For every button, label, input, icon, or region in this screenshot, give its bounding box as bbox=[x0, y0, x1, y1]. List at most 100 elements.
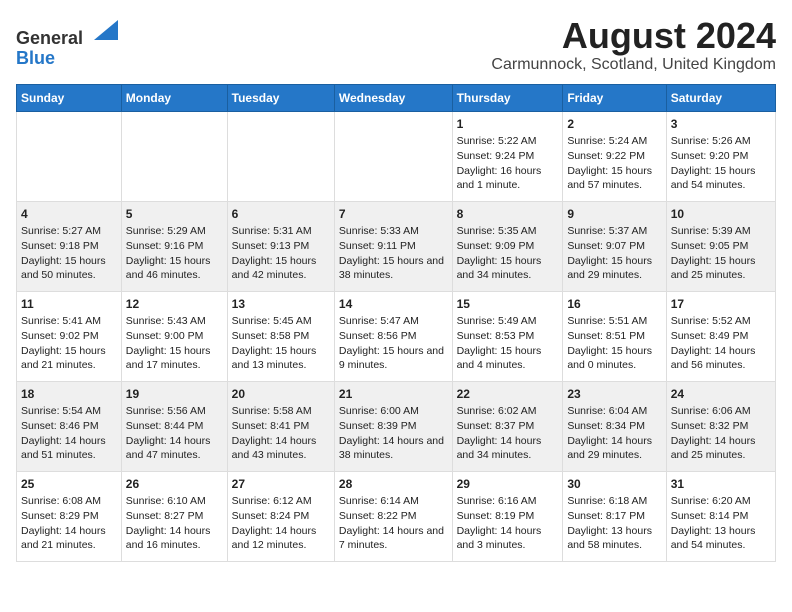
header-row: SundayMondayTuesdayWednesdayThursdayFrid… bbox=[17, 84, 776, 111]
calendar-cell-30: 30Sunrise: 6:18 AMSunset: 8:17 PMDayligh… bbox=[563, 471, 666, 561]
day-info-line: Daylight: 14 hours and 29 minutes. bbox=[567, 434, 661, 463]
calendar-cell-19: 19Sunrise: 5:56 AMSunset: 8:44 PMDayligh… bbox=[121, 381, 227, 471]
calendar-cell-3: 3Sunrise: 5:26 AMSunset: 9:20 PMDaylight… bbox=[666, 111, 775, 201]
day-info-line: Sunrise: 6:06 AM bbox=[671, 404, 771, 419]
day-info-line: Sunset: 9:07 PM bbox=[567, 239, 661, 254]
day-info-line: Daylight: 14 hours and 56 minutes. bbox=[671, 344, 771, 373]
day-info-line: Sunrise: 5:54 AM bbox=[21, 404, 117, 419]
week-row-2: 4Sunrise: 5:27 AMSunset: 9:18 PMDaylight… bbox=[17, 201, 776, 291]
day-info-line: Sunset: 8:56 PM bbox=[339, 329, 448, 344]
calendar-cell-empty-1 bbox=[121, 111, 227, 201]
day-info-line: Sunrise: 6:12 AM bbox=[232, 494, 330, 509]
day-info-line: Daylight: 15 hours and 21 minutes. bbox=[21, 344, 117, 373]
calendar-table: SundayMondayTuesdayWednesdayThursdayFrid… bbox=[16, 84, 776, 562]
day-info-line: Sunrise: 5:22 AM bbox=[457, 134, 559, 149]
day-info-line: Sunset: 9:22 PM bbox=[567, 149, 661, 164]
day-info-line: Sunset: 9:11 PM bbox=[339, 239, 448, 254]
day-number: 2 bbox=[567, 116, 661, 133]
day-number: 24 bbox=[671, 386, 771, 403]
day-number: 3 bbox=[671, 116, 771, 133]
day-info-line: Sunset: 8:17 PM bbox=[567, 509, 661, 524]
day-info-line: Sunrise: 5:24 AM bbox=[567, 134, 661, 149]
day-info-line: Sunrise: 6:08 AM bbox=[21, 494, 117, 509]
calendar-cell-28: 28Sunrise: 6:14 AMSunset: 8:22 PMDayligh… bbox=[334, 471, 452, 561]
day-number: 9 bbox=[567, 206, 661, 223]
day-info-line: Sunset: 8:39 PM bbox=[339, 419, 448, 434]
day-number: 26 bbox=[126, 476, 223, 493]
day-info-line: Sunrise: 5:37 AM bbox=[567, 224, 661, 239]
day-info-line: Sunset: 9:05 PM bbox=[671, 239, 771, 254]
calendar-cell-15: 15Sunrise: 5:49 AMSunset: 8:53 PMDayligh… bbox=[452, 291, 563, 381]
day-info-line: Sunrise: 5:26 AM bbox=[671, 134, 771, 149]
header-day-friday: Friday bbox=[563, 84, 666, 111]
day-info-line: Daylight: 15 hours and 34 minutes. bbox=[457, 254, 559, 283]
day-info-line: Sunset: 8:14 PM bbox=[671, 509, 771, 524]
day-info-line: Daylight: 14 hours and 34 minutes. bbox=[457, 434, 559, 463]
calendar-cell-18: 18Sunrise: 5:54 AMSunset: 8:46 PMDayligh… bbox=[17, 381, 122, 471]
calendar-cell-10: 10Sunrise: 5:39 AMSunset: 9:05 PMDayligh… bbox=[666, 201, 775, 291]
day-info-line: Sunrise: 5:49 AM bbox=[457, 314, 559, 329]
logo-blue: Blue bbox=[16, 48, 55, 68]
day-info-line: Daylight: 15 hours and 9 minutes. bbox=[339, 344, 448, 373]
day-info-line: Sunset: 9:18 PM bbox=[21, 239, 117, 254]
day-info-line: Daylight: 15 hours and 42 minutes. bbox=[232, 254, 330, 283]
day-info-line: Daylight: 15 hours and 29 minutes. bbox=[567, 254, 661, 283]
calendar-cell-5: 5Sunrise: 5:29 AMSunset: 9:16 PMDaylight… bbox=[121, 201, 227, 291]
day-info-line: Sunset: 9:13 PM bbox=[232, 239, 330, 254]
day-info-line: Daylight: 15 hours and 4 minutes. bbox=[457, 344, 559, 373]
calendar-cell-23: 23Sunrise: 6:04 AMSunset: 8:34 PMDayligh… bbox=[563, 381, 666, 471]
calendar-cell-31: 31Sunrise: 6:20 AMSunset: 8:14 PMDayligh… bbox=[666, 471, 775, 561]
day-info-line: Daylight: 14 hours and 38 minutes. bbox=[339, 434, 448, 463]
header-day-thursday: Thursday bbox=[452, 84, 563, 111]
day-info-line: Sunset: 8:37 PM bbox=[457, 419, 559, 434]
day-info-line: Sunrise: 5:58 AM bbox=[232, 404, 330, 419]
day-info-line: Sunrise: 5:41 AM bbox=[21, 314, 117, 329]
week-row-1: 1Sunrise: 5:22 AMSunset: 9:24 PMDaylight… bbox=[17, 111, 776, 201]
calendar-cell-4: 4Sunrise: 5:27 AMSunset: 9:18 PMDaylight… bbox=[17, 201, 122, 291]
calendar-body: 1Sunrise: 5:22 AMSunset: 9:24 PMDaylight… bbox=[17, 111, 776, 561]
day-number: 12 bbox=[126, 296, 223, 313]
calendar-cell-1: 1Sunrise: 5:22 AMSunset: 9:24 PMDaylight… bbox=[452, 111, 563, 201]
day-info-line: Sunrise: 5:56 AM bbox=[126, 404, 223, 419]
day-info-line: Sunset: 8:49 PM bbox=[671, 329, 771, 344]
calendar-cell-empty-2 bbox=[227, 111, 334, 201]
day-info-line: Daylight: 14 hours and 25 minutes. bbox=[671, 434, 771, 463]
day-info-line: Sunset: 8:32 PM bbox=[671, 419, 771, 434]
header-day-sunday: Sunday bbox=[17, 84, 122, 111]
day-number: 6 bbox=[232, 206, 330, 223]
day-number: 8 bbox=[457, 206, 559, 223]
day-info-line: Sunset: 9:24 PM bbox=[457, 149, 559, 164]
day-info-line: Daylight: 14 hours and 47 minutes. bbox=[126, 434, 223, 463]
week-row-5: 25Sunrise: 6:08 AMSunset: 8:29 PMDayligh… bbox=[17, 471, 776, 561]
calendar-cell-6: 6Sunrise: 5:31 AMSunset: 9:13 PMDaylight… bbox=[227, 201, 334, 291]
day-info-line: Daylight: 14 hours and 12 minutes. bbox=[232, 524, 330, 553]
day-info-line: Sunset: 9:02 PM bbox=[21, 329, 117, 344]
day-info-line: Sunset: 8:24 PM bbox=[232, 509, 330, 524]
calendar-cell-27: 27Sunrise: 6:12 AMSunset: 8:24 PMDayligh… bbox=[227, 471, 334, 561]
calendar-cell-21: 21Sunrise: 6:00 AMSunset: 8:39 PMDayligh… bbox=[334, 381, 452, 471]
calendar-cell-9: 9Sunrise: 5:37 AMSunset: 9:07 PMDaylight… bbox=[563, 201, 666, 291]
day-number: 19 bbox=[126, 386, 223, 403]
day-info-line: Daylight: 15 hours and 46 minutes. bbox=[126, 254, 223, 283]
day-info-line: Sunset: 8:44 PM bbox=[126, 419, 223, 434]
day-info-line: Sunrise: 5:33 AM bbox=[339, 224, 448, 239]
day-info-line: Sunrise: 5:35 AM bbox=[457, 224, 559, 239]
page-header: General Blue August 2024 Carmunnock, Sco… bbox=[16, 16, 776, 74]
day-number: 29 bbox=[457, 476, 559, 493]
day-info-line: Sunrise: 5:47 AM bbox=[339, 314, 448, 329]
day-number: 21 bbox=[339, 386, 448, 403]
day-info-line: Sunset: 8:27 PM bbox=[126, 509, 223, 524]
day-info-line: Daylight: 15 hours and 38 minutes. bbox=[339, 254, 448, 283]
calendar-cell-11: 11Sunrise: 5:41 AMSunset: 9:02 PMDayligh… bbox=[17, 291, 122, 381]
day-number: 30 bbox=[567, 476, 661, 493]
calendar-cell-13: 13Sunrise: 5:45 AMSunset: 8:58 PMDayligh… bbox=[227, 291, 334, 381]
day-info-line: Sunset: 8:34 PM bbox=[567, 419, 661, 434]
day-info-line: Sunset: 8:58 PM bbox=[232, 329, 330, 344]
day-info-line: Sunset: 9:00 PM bbox=[126, 329, 223, 344]
location-subtitle: Carmunnock, Scotland, United Kingdom bbox=[491, 56, 776, 74]
day-info-line: Daylight: 15 hours and 57 minutes. bbox=[567, 164, 661, 193]
week-row-3: 11Sunrise: 5:41 AMSunset: 9:02 PMDayligh… bbox=[17, 291, 776, 381]
header-day-monday: Monday bbox=[121, 84, 227, 111]
day-info-line: Sunrise: 6:10 AM bbox=[126, 494, 223, 509]
day-number: 27 bbox=[232, 476, 330, 493]
